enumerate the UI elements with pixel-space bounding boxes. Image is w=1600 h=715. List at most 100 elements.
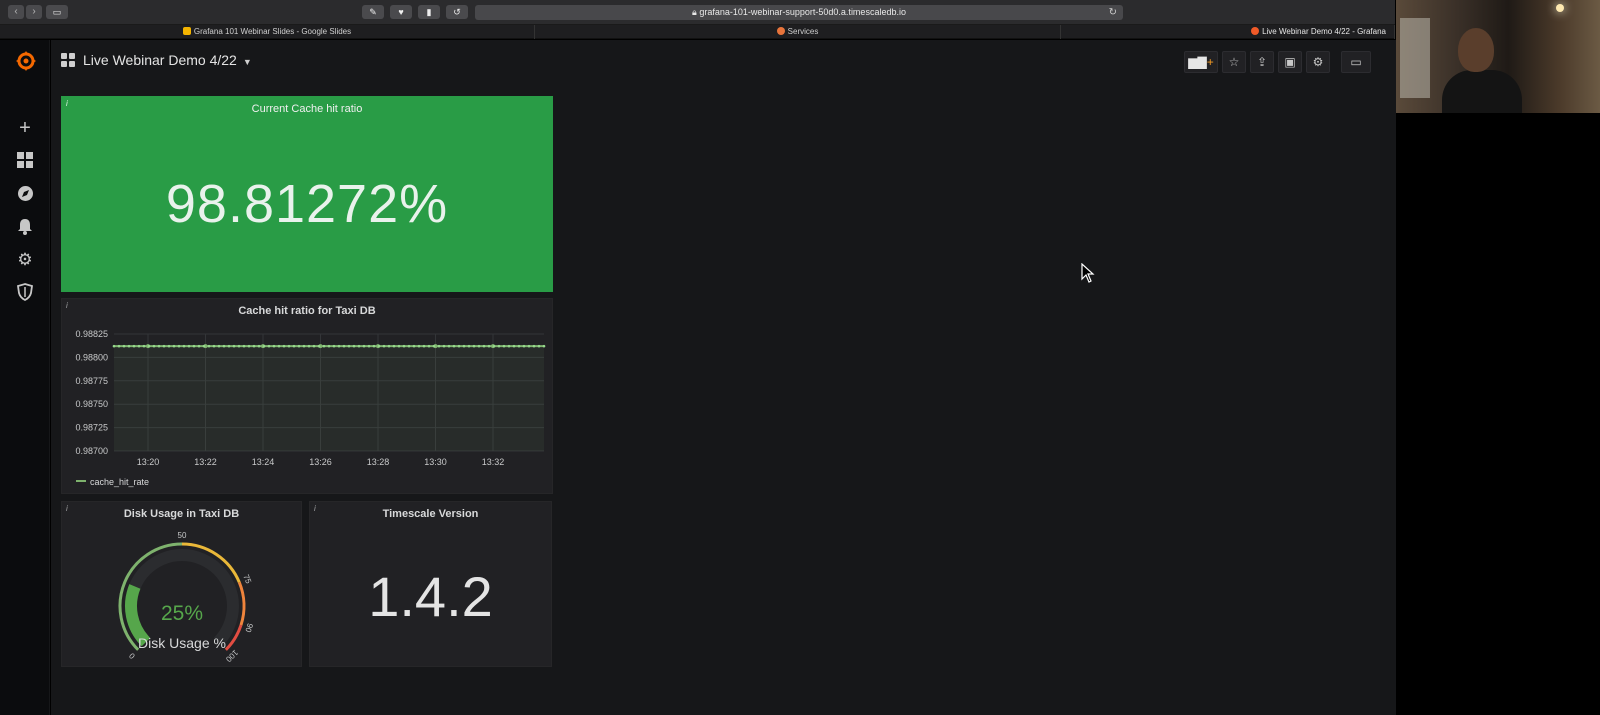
share-icon[interactable]: ⇪	[1250, 51, 1274, 73]
x-tick-label: 13:28	[367, 457, 390, 467]
series-dot	[157, 344, 161, 348]
legend-item-cache-hit-rate[interactable]: cache_hit_rate	[76, 477, 149, 487]
dashboard-title[interactable]: Live Webinar Demo 4/22 ▼	[83, 52, 252, 68]
series-dot	[527, 344, 531, 348]
y-tick-label: 0.98825	[75, 329, 108, 339]
series-dot	[172, 344, 176, 348]
alerting-bell-icon[interactable]	[15, 218, 35, 238]
panel-timescale-version[interactable]: i Timescale Version 1.4.2	[309, 501, 552, 667]
gauge-tick-label: 100	[224, 648, 240, 664]
panel-title[interactable]: Timescale Version	[310, 508, 551, 520]
explore-icon[interactable]	[15, 185, 35, 205]
series-dot	[122, 344, 126, 348]
gauge-value-arc	[125, 584, 151, 647]
series-dot	[212, 344, 216, 348]
singlestat-value: 1.4.2	[368, 565, 493, 628]
series-dot	[452, 344, 456, 348]
series-dot	[112, 344, 116, 348]
gauge-label-text: Disk Usage %	[138, 635, 226, 651]
series-dot	[482, 344, 486, 348]
x-tick-label: 13:26	[309, 457, 332, 467]
back-icon[interactable]: ‹	[8, 5, 24, 19]
series-dot	[177, 344, 181, 348]
create-icon[interactable]: +	[15, 118, 35, 138]
series-dot	[222, 344, 226, 348]
series-dot	[477, 344, 481, 348]
series-dot	[512, 344, 516, 348]
series-dot	[127, 344, 131, 348]
series-dot	[162, 344, 166, 348]
add-panel-icon[interactable]: ▆▇+	[1184, 51, 1218, 73]
series-dot	[282, 344, 286, 348]
browser-tab-services[interactable]: Services	[535, 25, 1061, 39]
series-dot	[252, 344, 256, 348]
series-dot	[497, 344, 501, 348]
series-dot	[292, 344, 296, 348]
services-icon	[776, 27, 785, 35]
disk-usage-gauge: 0 50 75 90 100 25% Disk Usage %	[118, 531, 255, 664]
pocket-icon[interactable]: ♥	[390, 5, 412, 19]
series-dot	[472, 344, 476, 348]
series-dot	[442, 344, 446, 348]
series-dot	[522, 344, 526, 348]
panel-title[interactable]: Cache hit ratio for Taxi DB	[62, 305, 552, 317]
reader-icon[interactable]: ▮	[418, 5, 440, 19]
series-dot	[387, 344, 391, 348]
series-dot	[422, 344, 426, 348]
series-dot	[502, 344, 506, 348]
save-icon[interactable]: ▣	[1278, 51, 1302, 73]
history-icon[interactable]: ↺	[446, 5, 468, 19]
series-dot	[467, 344, 471, 348]
tv-mode-icon[interactable]: ▭	[1341, 51, 1371, 73]
legend-swatch	[76, 480, 86, 482]
mouse-cursor-icon	[1081, 263, 1095, 283]
browser-tab-grafana[interactable]: Live Webinar Demo 4/22 - Grafana	[1061, 25, 1395, 39]
panel-title[interactable]: Disk Usage in Taxi DB	[62, 508, 301, 520]
grafana-logo-icon[interactable]	[15, 50, 36, 71]
dashboard-grid-icon	[61, 53, 75, 67]
series-dot	[307, 344, 311, 348]
dashboard-canvas: Live Webinar Demo 4/22 ▼ ▆▇+ ☆ ⇪ ▣ ⚙ ▭ i …	[51, 40, 1396, 715]
series-dot	[392, 344, 396, 348]
reload-icon[interactable]: ↻	[1109, 5, 1117, 20]
configuration-gear-icon[interactable]: ⚙	[15, 250, 35, 270]
series-dot	[337, 344, 341, 348]
gauge-tick-label: 50	[178, 531, 187, 540]
extension-icon[interactable]: ✎	[362, 5, 384, 19]
series-dot	[147, 344, 151, 348]
cache-hit-rate-chart[interactable]: 0.98825 0.98800 0.98775 0.98750 0.98725 0.987…	[62, 321, 552, 471]
panel-title[interactable]: Current Cache hit ratio	[62, 103, 552, 115]
series-dot	[382, 344, 386, 348]
x-tick-label: 13:24	[252, 457, 275, 467]
lock-icon: 🔒︎	[692, 7, 697, 17]
url-bar[interactable]: 🔒︎ grafana-101-webinar-support-50d0.a.ti…	[475, 5, 1123, 20]
panel-disk-usage[interactable]: i Disk Usage in Taxi DB 0 50 75 90 100 25% Dis…	[61, 501, 302, 667]
series-dot	[412, 344, 416, 348]
series-dot	[302, 344, 306, 348]
dashboards-icon[interactable]	[15, 152, 35, 172]
star-icon[interactable]: ☆	[1222, 51, 1246, 73]
series-dot	[487, 344, 491, 348]
gauge-value-text: 25%	[161, 602, 203, 625]
y-tick-label: 0.98775	[75, 376, 108, 386]
series-dot	[132, 344, 136, 348]
y-tick-label: 0.98725	[75, 423, 108, 433]
browser-tab-slides[interactable]: Grafana 101 Webinar Slides - Google Slid…	[0, 25, 535, 39]
sidebar-toggle-icon[interactable]: ▭	[46, 5, 68, 19]
series-dot	[327, 344, 331, 348]
series-dot	[432, 344, 436, 348]
panel-cache-hit-ratio-graph[interactable]: i Cache hit ratio for Taxi DB 0.98825 0.9…	[61, 298, 553, 494]
forward-icon[interactable]: ›	[26, 5, 42, 19]
panel-current-cache-hit-ratio[interactable]: i Current Cache hit ratio 98.81272%	[61, 96, 553, 292]
x-tick-label: 13:32	[482, 457, 505, 467]
settings-gear-icon[interactable]: ⚙	[1306, 51, 1330, 73]
y-tick-label: 0.98750	[75, 399, 108, 409]
series-dot	[117, 344, 121, 348]
series-dot	[517, 344, 521, 348]
series-dot	[397, 344, 401, 348]
series-dot	[182, 344, 186, 348]
series-dot	[507, 344, 511, 348]
series-dot	[207, 344, 211, 348]
server-admin-shield-icon[interactable]	[15, 283, 35, 303]
series-dot	[332, 344, 336, 348]
